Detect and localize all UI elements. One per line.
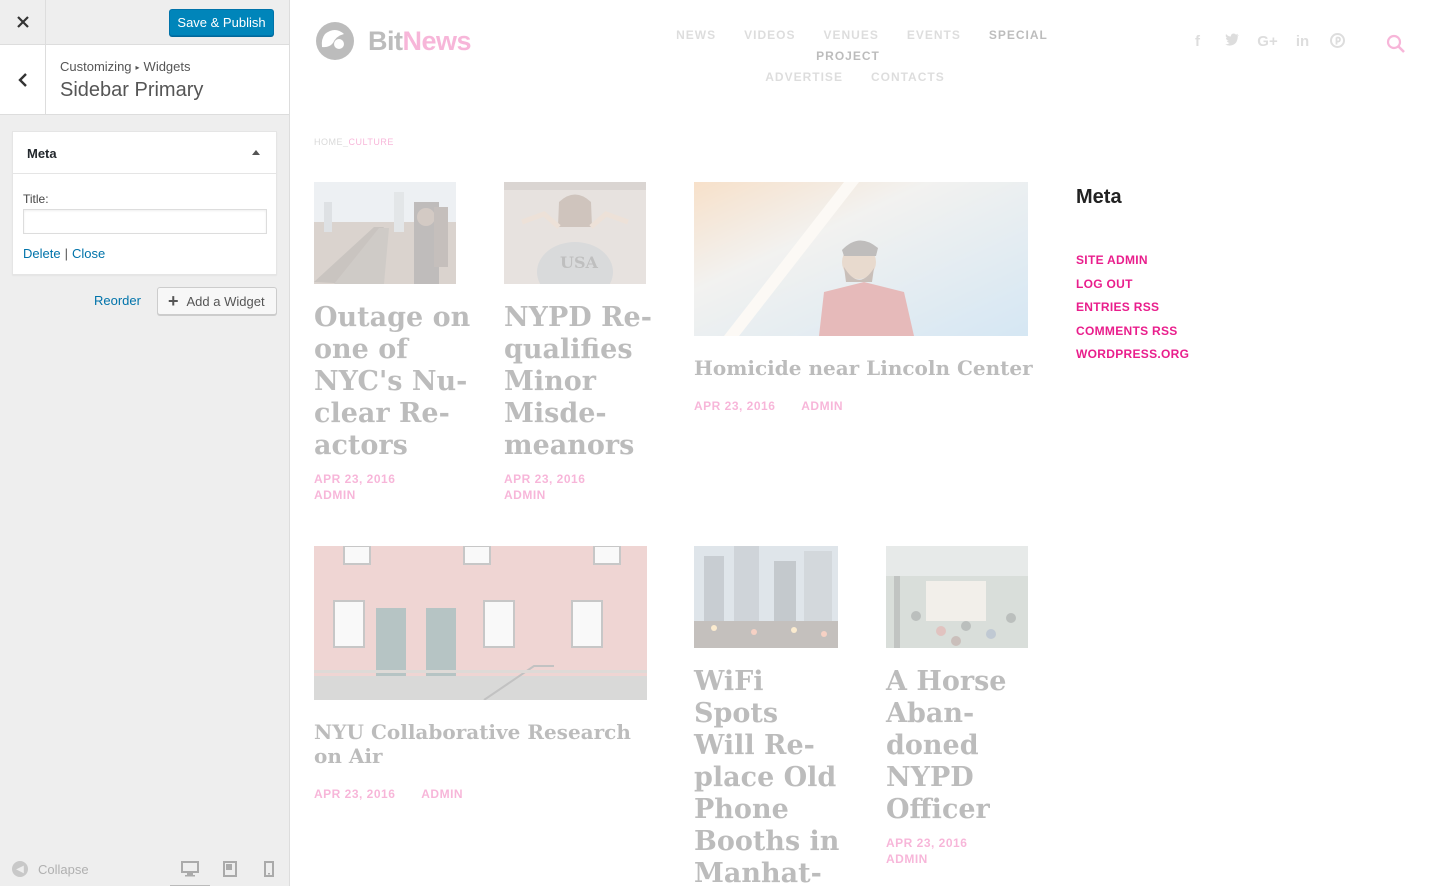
- post-title[interactable]: WiFi Spots Will Re-place Old Phone Booth…: [694, 666, 844, 886]
- svg-text:USA: USA: [560, 253, 599, 272]
- post-thumbnail[interactable]: USA: [504, 182, 646, 284]
- separator: |: [64, 246, 68, 261]
- post-author[interactable]: ADMIN: [504, 487, 585, 503]
- app-root: Save & Publish Customizing ▸ Widgets Sideb…: [0, 0, 1433, 886]
- tablet-icon[interactable]: [220, 859, 240, 879]
- nav-item-videos[interactable]: VIDEOS: [744, 28, 795, 42]
- close-link[interactable]: Close: [72, 246, 105, 261]
- post-date: APR 23, 2016: [886, 836, 968, 850]
- meta-link-entries-rss[interactable]: ENTRIES RSS: [1076, 300, 1189, 324]
- post-thumbnail[interactable]: [694, 182, 1028, 336]
- breadcrumb-home[interactable]: HOME: [314, 137, 343, 147]
- logo-mark-icon: [316, 22, 354, 60]
- section-header: Customizing ▸ Widgets Sidebar Primary: [0, 45, 289, 115]
- facebook-icon[interactable]: f: [1180, 33, 1215, 52]
- collapse-arrow-icon: ◀: [12, 861, 28, 877]
- breadcrumb-separator-icon: ▸: [135, 63, 140, 72]
- post-title[interactable]: Homicide near Lincoln Center: [694, 356, 1034, 380]
- post-thumbnail[interactable]: [694, 546, 838, 648]
- main-nav: NEWS VIDEOS VENUES EVENTS SPECIAL PROJECT AD…: [630, 25, 1080, 88]
- breadcrumb-current: CULTURE: [348, 137, 394, 147]
- add-widget-label: Add a Widget: [186, 293, 265, 309]
- widget-name: Meta: [27, 146, 57, 161]
- post-date: APR 23, 2016: [504, 472, 586, 486]
- post-meta: APR 23, 2016 ADMIN: [886, 835, 967, 867]
- google-plus-icon[interactable]: G+: [1250, 33, 1285, 52]
- post-author[interactable]: ADMIN: [801, 399, 843, 413]
- title-label: Title:: [23, 192, 49, 206]
- post-author[interactable]: ADMIN: [314, 487, 395, 503]
- site-preview: BitNews NEWS VIDEOS VENUES EVENTS SPECIAL PR…: [290, 0, 1433, 886]
- collapse-label: Collapse: [38, 861, 89, 877]
- add-widget-button[interactable]: + Add a Widget: [157, 287, 277, 315]
- section-title: Sidebar Primary: [60, 79, 204, 101]
- post-thumbnail[interactable]: [886, 546, 1028, 648]
- post-date: APR 23, 2016: [314, 787, 396, 801]
- post-author[interactable]: ADMIN: [886, 851, 967, 867]
- post-title[interactable]: NYPD Re-qualifies Minor Misde-meanors: [504, 302, 654, 462]
- twitter-icon[interactable]: [1215, 33, 1250, 52]
- meta-link-site-admin[interactable]: SITE ADMIN: [1076, 253, 1189, 277]
- back-button[interactable]: [0, 45, 46, 114]
- widget-title-input[interactable]: [23, 209, 267, 234]
- meta-link-comments-rss[interactable]: COMMENTS RSS: [1076, 324, 1189, 348]
- post-title[interactable]: Outage on one of NYC's Nu-clear Re-actor…: [314, 302, 474, 462]
- nav-row-1: NEWS VIDEOS VENUES EVENTS SPECIAL PROJECT: [630, 25, 1080, 67]
- reorder-link[interactable]: Reorder: [94, 293, 141, 308]
- logo-text: BitNews: [368, 25, 472, 57]
- pinterest-icon[interactable]: [1320, 33, 1355, 52]
- breadcrumb-root: Customizing: [60, 59, 132, 74]
- mobile-icon[interactable]: [259, 859, 279, 879]
- post-date: APR 23, 2016: [694, 399, 776, 413]
- collapse-button[interactable]: ◀ Collapse: [12, 861, 89, 877]
- post-author[interactable]: ADMIN: [421, 787, 463, 801]
- meta-link-wordpress-org[interactable]: WORDPRESS.ORG: [1076, 347, 1189, 371]
- meta-widget-panel: Meta Title: Delete | Close: [12, 131, 277, 275]
- desktop-icon[interactable]: [170, 859, 210, 886]
- sidebar-widget-title: Meta: [1076, 186, 1122, 208]
- plus-icon: +: [168, 291, 179, 311]
- post-date: APR 23, 2016: [314, 472, 396, 486]
- collapse-arrow-icon[interactable]: [252, 150, 260, 155]
- search-icon[interactable]: [1386, 34, 1406, 54]
- sidebar-meta-links: SITE ADMIN LOG OUT ENTRIES RSS COMMENTS …: [1076, 253, 1189, 371]
- logo-bit: Bit: [368, 25, 403, 56]
- close-icon[interactable]: [0, 0, 46, 44]
- post-thumbnail[interactable]: [314, 546, 647, 700]
- customizer-footer: ◀ Collapse: [0, 850, 289, 886]
- site-logo[interactable]: BitNews: [314, 20, 472, 62]
- breadcrumb-leaf: Widgets: [143, 59, 191, 74]
- nav-item-advertise[interactable]: ADVERTISE: [765, 70, 843, 84]
- nav-item-events[interactable]: EVENTS: [907, 28, 961, 42]
- logo-news: News: [402, 25, 472, 56]
- customizer-header-bar: Save & Publish: [0, 0, 289, 45]
- post-title[interactable]: A Horse Aban-doned NYPD Officer: [886, 666, 1036, 826]
- page-breadcrumb: HOME_CULTURE: [314, 137, 394, 147]
- post-meta: APR 23, 2016 ADMIN: [314, 471, 395, 503]
- post-meta: APR 23, 2016 ADMIN: [314, 786, 463, 802]
- meta-link-log-out[interactable]: LOG OUT: [1076, 277, 1189, 301]
- social-links: f G+ in: [1180, 33, 1355, 52]
- post-meta: APR 23, 2016 ADMIN: [504, 471, 585, 503]
- nav-row-2: ADVERTISE CONTACTS: [630, 67, 1080, 88]
- customizer-panel: Save & Publish Customizing ▸ Widgets Sideb…: [0, 0, 290, 886]
- delete-link[interactable]: Delete: [23, 246, 61, 261]
- nav-item-venues[interactable]: VENUES: [823, 28, 878, 42]
- post-thumbnail[interactable]: [314, 182, 456, 284]
- nav-item-news[interactable]: NEWS: [676, 28, 716, 42]
- site-header: BitNews NEWS VIDEOS VENUES EVENTS SPECIAL PR…: [290, 0, 1433, 92]
- widget-toggle[interactable]: Meta: [13, 132, 276, 174]
- widget-actions: Delete | Close: [23, 246, 105, 261]
- post-title[interactable]: NYU Collaborative Research on Air: [314, 720, 644, 768]
- breadcrumb: Customizing ▸ Widgets: [60, 59, 191, 74]
- nav-item-contacts[interactable]: CONTACTS: [871, 70, 945, 84]
- chevron-left-icon: [17, 72, 27, 87]
- post-meta: APR 23, 2016 ADMIN: [694, 398, 843, 414]
- linkedin-icon[interactable]: in: [1285, 33, 1320, 52]
- save-publish-button[interactable]: Save & Publish: [169, 9, 274, 36]
